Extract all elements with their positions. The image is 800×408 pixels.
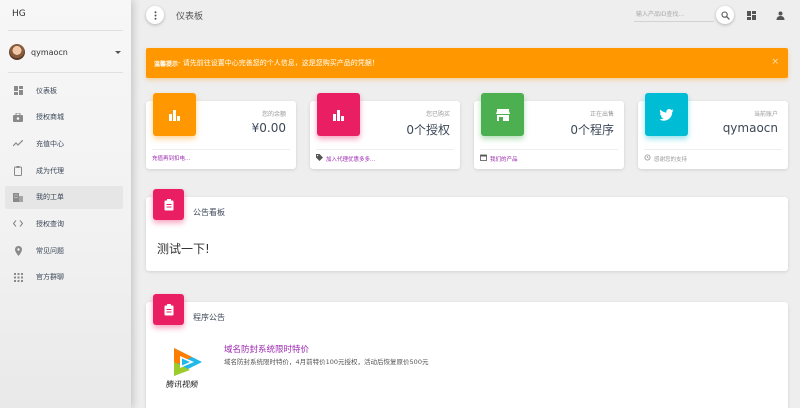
divider [316,149,454,150]
thanks-note: 感谢您的支持 [644,154,687,163]
sidebar-item-faq[interactable]: 常见问题 [5,239,123,262]
username: qymaocn [31,47,68,57]
sidebar-item-auth-query[interactable]: 授权查询 [5,212,123,235]
tag-icon [316,154,323,163]
person-icon [776,11,784,20]
divider [480,149,618,150]
sidebar-item-shop[interactable]: 授权商城 [5,106,123,129]
alert-message: - 请先前往设置中心完善您的个人信息，这是您购买产品的凭据！ [178,59,379,67]
apps-grid-icon [13,272,23,282]
bar-chart-icon [317,93,360,136]
search-icon [720,10,730,20]
refresh-icon [644,154,651,163]
document-icon [153,189,184,220]
building-icon [13,192,23,202]
brand-logo[interactable]: HG [12,9,26,19]
stat-label: 您的余额 [261,111,286,118]
sidebar-item-label: 成为代理 [36,166,64,175]
search-button[interactable] [716,6,734,24]
notice-content: 测试一下! [157,242,210,256]
sidebar-item-label: 我的工单 [36,193,64,202]
store-icon [481,93,524,136]
notice-board-panel: 公告看板 测试一下! [146,189,788,271]
caret-down-icon [115,50,121,54]
profile-button[interactable] [774,9,786,21]
program-notice-desc: 域名防封系统限时特价，4月前特价100元授权，活动后恢复原价500元 [224,358,429,366]
twitter-bird-icon [645,93,688,136]
search-input[interactable] [634,7,714,22]
dashboard-button[interactable] [745,9,757,21]
recharge-link[interactable]: 充值再到扣电... [152,154,190,162]
warning-alert: 温馨提示 - 请先前往设置中心完善您的个人信息，这是您购买产品的凭据！ × [146,48,788,78]
balance-card: 您的余额 ¥0.00 充值再到扣电... [146,93,296,169]
video-app-logo[interactable]: 腾讯视频 [165,346,208,396]
close-icon[interactable]: × [771,57,779,67]
document-icon [153,294,184,325]
calendar-icon [480,154,487,163]
thanks-note-label: 感谢您的支持 [654,156,688,163]
dashboard-icon [746,10,756,20]
stat-value: 0个程序 [570,123,614,137]
stat-label: 当前账户 [753,111,778,118]
stat-label: 您已购买 [425,111,450,118]
purchased-card: 您已购买 0个授权 加入代理优惠多多... [310,93,460,169]
location-pin-icon [13,245,23,256]
divider [152,149,290,150]
sidebar-item-label: 仪表板 [36,86,57,95]
bar-chart-icon [153,93,196,136]
alert-prefix: 温馨提示 [154,60,179,68]
agent-link-label: 加入代理优惠多多... [326,156,376,163]
sidebar-item-label: 授权商城 [36,113,64,122]
panel-title: 公告看板 [193,208,225,217]
video-logo-text: 腾讯视频 [165,380,199,389]
sidebar: HG qymaocn 仪表板 授权商城 充值中心 成为代理 我的工单 授权查询 … [0,0,131,408]
sidebar-item-recharge[interactable]: 充值中心 [5,132,123,155]
products-link-label: 我们的产品 [490,156,518,163]
stat-value: qymaocn [722,121,778,135]
sidebar-item-tickets[interactable]: 我的工单 [5,185,123,209]
divider [644,149,782,150]
stat-value: ¥0.00 [251,121,286,135]
products-link[interactable]: 我们的产品 [480,154,518,163]
selling-card: 正在出售 0个程序 我们的产品 [474,93,624,169]
trending-icon [13,139,23,149]
agent-link[interactable]: 加入代理优惠多多... [316,154,375,163]
code-icon [13,219,23,229]
divider [8,30,123,31]
avatar [9,44,25,60]
shopping-bag-icon [13,112,23,122]
more-menu-button[interactable] [146,6,164,24]
panel-title: 程序公告 [193,313,225,322]
sidebar-item-label: 常见问题 [36,246,64,255]
sidebar-item-agent[interactable]: 成为代理 [5,159,123,182]
stat-label: 正在出售 [589,111,614,118]
sidebar-item-label: 充值中心 [36,139,64,148]
divider [8,72,123,73]
more-vert-icon [154,10,156,20]
dashboard-icon [13,86,23,96]
page-title: 仪表板 [176,12,204,22]
program-notice-title[interactable]: 域名防封系统限时特价 [224,343,309,355]
sidebar-item-dashboard[interactable]: 仪表板 [5,79,123,102]
clipboard-icon [13,165,23,176]
account-card: 当前账户 qymaocn 感谢您的支持 [638,93,788,169]
sidebar-item-group-chat[interactable]: 官方群聊 [5,266,123,289]
sidebar-item-label: 官方群聊 [36,273,64,282]
sidebar-item-label: 授权查询 [36,219,64,228]
user-menu[interactable]: qymaocn [9,42,121,62]
sidebar-nav: 仪表板 授权商城 充值中心 成为代理 我的工单 授权查询 常见问题 官方群聊 [5,79,123,293]
program-notice-panel: 程序公告 腾讯视频 域名防封系统限时特价 域名防封系统限时特价，4月前特价100… [146,294,788,408]
stat-value: 0个授权 [406,123,450,137]
